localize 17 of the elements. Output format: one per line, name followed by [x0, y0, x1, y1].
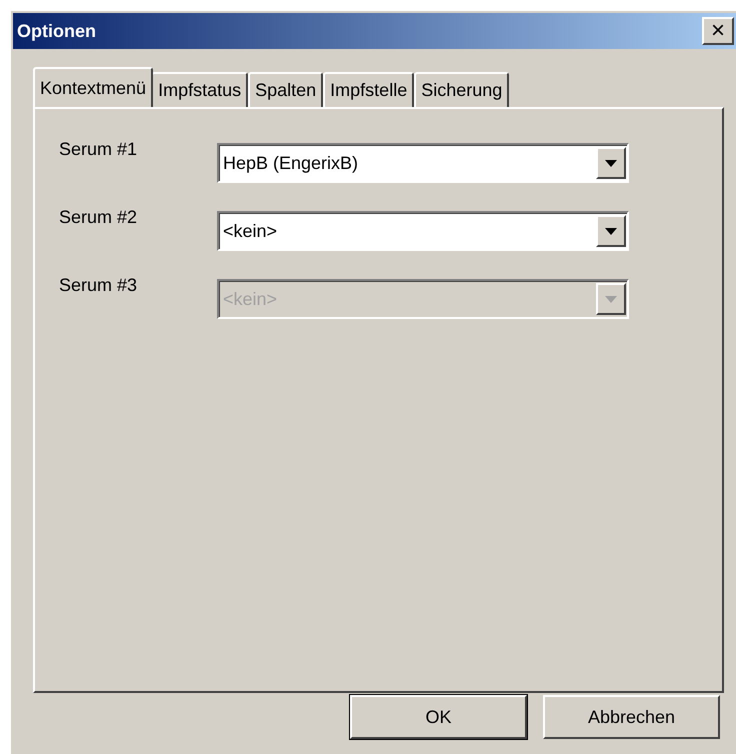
tab[interactable]: Spalten — [248, 72, 324, 107]
dialog-button[interactable]: Abbrechen — [543, 695, 720, 739]
caret-icon — [605, 160, 617, 166]
field-label: Serum #3 — [59, 275, 138, 296]
close-button[interactable]: × — [702, 17, 734, 45]
caret-icon — [605, 228, 617, 234]
tab[interactable]: Impfstelle — [323, 72, 414, 107]
dialog-button[interactable]: OK — [350, 695, 527, 739]
caret-icon — [605, 296, 617, 302]
dropdown-field[interactable]: <kein> — [217, 211, 629, 251]
tab[interactable]: Kontextmenü — [33, 67, 154, 107]
field-label: Serum #2 — [59, 207, 138, 228]
tab[interactable]: Sicherung — [414, 72, 510, 107]
dropdown-field[interactable]: HepB (EngerixB) — [217, 143, 629, 183]
field-label: Serum #1 — [59, 139, 138, 160]
window-title: Optionen — [17, 20, 96, 42]
tab[interactable]: Impfstatus — [151, 72, 248, 107]
